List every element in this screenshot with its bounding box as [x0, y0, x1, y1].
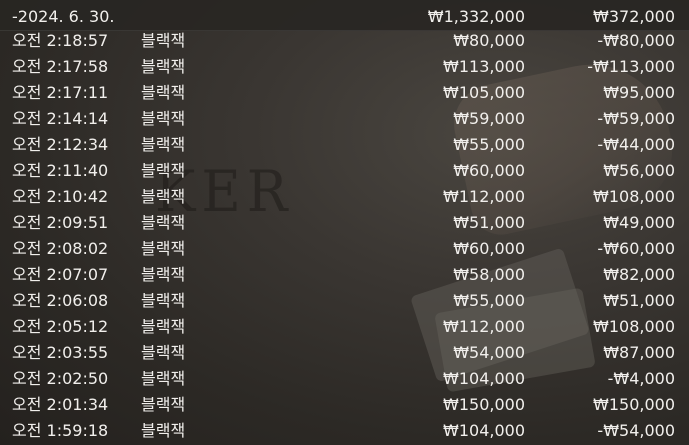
row-bet-amount: ₩112,000	[443, 187, 525, 206]
row-game: 블랙잭	[141, 213, 186, 232]
row-time: 오전 2:18:57	[12, 31, 109, 50]
row-time: 오전 2:14:14	[12, 109, 109, 128]
row-bet-amount: ₩104,000	[443, 369, 525, 388]
row-net-amount: ₩87,000	[603, 343, 675, 362]
row-game: 블랙잭	[141, 291, 186, 310]
row-net-amount: ₩150,000	[593, 395, 675, 414]
row-time: 오전 2:12:34	[12, 135, 109, 154]
row-net-amount: -₩60,000	[597, 239, 675, 258]
row-time: 오전 2:08:02	[12, 239, 109, 258]
row-net-amount: ₩49,000	[603, 213, 675, 232]
row-bet-amount: ₩59,000	[453, 109, 525, 128]
history-list[interactable]: -2024. 6. 30. ₩1,332,000 ₩372,000 오전 2:1…	[0, 0, 689, 445]
row-bet-amount: ₩105,000	[443, 83, 525, 102]
row-net-amount: -₩80,000	[597, 31, 675, 50]
row-time: 오전 2:01:34	[12, 395, 109, 414]
row-bet-amount: ₩113,000	[443, 57, 525, 76]
row-bet-amount: ₩112,000	[443, 317, 525, 336]
row-net-amount: ₩51,000	[603, 291, 675, 310]
row-time: 오전 2:06:08	[12, 291, 109, 310]
row-time: 오전 2:02:50	[12, 369, 109, 388]
row-time: 오전 2:09:51	[12, 213, 109, 232]
row-game: 블랙잭	[141, 109, 186, 128]
row-game: 블랙잭	[141, 187, 186, 206]
row-game: 블랙잭	[141, 317, 186, 336]
row-time: 오전 2:03:55	[12, 343, 109, 362]
row-time: 오전 2:10:42	[12, 187, 109, 206]
date-summary-row[interactable]: -2024. 6. 30. ₩1,332,000 ₩372,000	[0, 0, 689, 31]
row-bet-amount: ₩60,000	[453, 239, 525, 258]
row-net-amount: ₩56,000	[603, 161, 675, 180]
row-game: 블랙잭	[141, 161, 186, 180]
row-bet-amount: ₩80,000	[453, 31, 525, 50]
row-bet-amount: ₩60,000	[453, 161, 525, 180]
row-game: 블랙잭	[141, 135, 186, 154]
row-time: 오전 1:59:18	[12, 421, 109, 440]
row-time: 오전 2:07:07	[12, 265, 109, 284]
history-row[interactable]: 오전 1:59:18 블랙잭 ₩104,000 -₩54,000	[0, 421, 689, 445]
row-time: 오전 2:17:58	[12, 57, 109, 76]
betting-history-screen: KER -2024. 6. 30. ₩1,332,000 ₩372,000 오전…	[0, 0, 689, 445]
row-game: 블랙잭	[141, 343, 186, 362]
row-game: 블랙잭	[141, 265, 186, 284]
row-time: 오전 2:17:11	[12, 83, 109, 102]
row-game: 블랙잭	[141, 239, 186, 258]
row-net-amount: ₩108,000	[593, 317, 675, 336]
row-game: 블랙잭	[141, 369, 186, 388]
row-bet-amount: ₩58,000	[453, 265, 525, 284]
row-game: 블랙잭	[141, 31, 186, 50]
row-game: 블랙잭	[141, 421, 186, 440]
row-net-amount: ₩108,000	[593, 187, 675, 206]
row-game: 블랙잭	[141, 395, 186, 414]
row-bet-amount: ₩150,000	[443, 395, 525, 414]
row-time: 오전 2:11:40	[12, 161, 109, 180]
row-game: 블랙잭	[141, 83, 186, 102]
row-bet-amount: ₩104,000	[443, 421, 525, 440]
row-game: 블랙잭	[141, 57, 186, 76]
row-bet-amount: ₩51,000	[453, 213, 525, 232]
row-net-amount: -₩113,000	[587, 57, 675, 76]
row-bet-amount: ₩54,000	[453, 343, 525, 362]
row-net-amount: -₩54,000	[597, 421, 675, 440]
row-net-amount: -₩44,000	[597, 135, 675, 154]
row-bet-amount: ₩55,000	[453, 291, 525, 310]
row-net-amount: -₩4,000	[607, 369, 675, 388]
row-net-amount: -₩59,000	[597, 109, 675, 128]
row-net-amount: ₩82,000	[603, 265, 675, 284]
row-time: 오전 2:05:12	[12, 317, 109, 336]
row-bet-amount: ₩55,000	[453, 135, 525, 154]
row-net-amount: ₩95,000	[603, 83, 675, 102]
